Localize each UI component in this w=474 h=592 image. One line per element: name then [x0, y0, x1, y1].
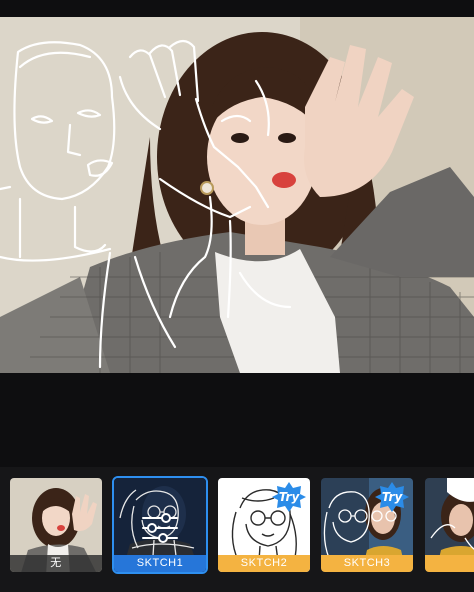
- sliders-icon[interactable]: [141, 511, 179, 545]
- filter-partial[interactable]: [423, 476, 474, 574]
- filter-strip[interactable]: 无 SKTCH1 Try SKTCH2 Try SKTCH3: [0, 467, 474, 592]
- filter-label: SKTCH3: [321, 555, 413, 572]
- photo-preview[interactable]: [0, 17, 474, 373]
- filter-label: 无: [10, 555, 102, 572]
- sketch-photo: [0, 17, 474, 373]
- try-star-badge: Try: [272, 482, 306, 512]
- filter-sktch3[interactable]: Try SKTCH3: [319, 476, 415, 574]
- filter-none[interactable]: 无: [8, 476, 104, 574]
- try-star-badge: Try: [375, 482, 409, 512]
- filter-label: SKTCH2: [218, 555, 310, 572]
- filter-label: SKTCH1: [114, 555, 206, 572]
- try-label: Try: [278, 490, 300, 504]
- filter-label: [425, 555, 474, 572]
- try-label: Try: [381, 490, 403, 504]
- editor-blank-area: [0, 373, 474, 467]
- filter-sktch1[interactable]: SKTCH1: [112, 476, 208, 574]
- status-bar: [0, 0, 474, 17]
- filter-sktch2[interactable]: Try SKTCH2: [216, 476, 312, 574]
